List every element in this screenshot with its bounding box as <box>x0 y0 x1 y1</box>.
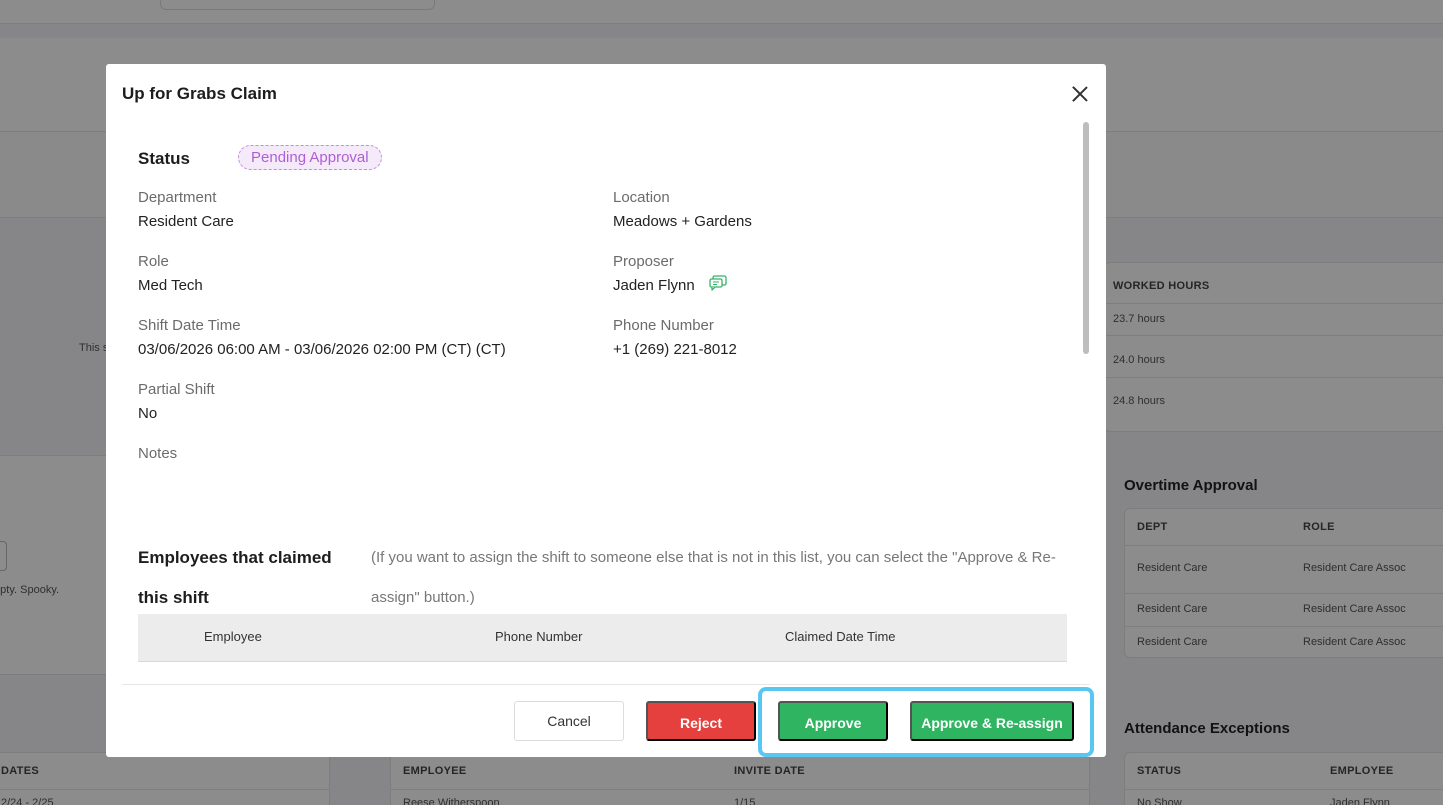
status-badge: Pending Approval <box>238 145 382 170</box>
location-field: Location Meadows + Gardens <box>613 189 752 231</box>
modal-title: Up for Grabs Claim <box>122 84 277 103</box>
phone-label: Phone Number <box>613 317 714 334</box>
claimed-hint: (If you want to assign the shift to some… <box>371 549 1056 606</box>
role-field: Role Med Tech <box>138 253 203 295</box>
location-label: Location <box>613 189 670 206</box>
column-employee: Employee <box>204 629 262 644</box>
department-value: Resident Care <box>138 213 234 230</box>
column-claimed-date-time: Claimed Date Time <box>785 629 896 644</box>
proposer-label: Proposer <box>613 253 674 270</box>
phone-field: Phone Number +1 (269) 221-8012 <box>613 317 737 359</box>
proposer-field: Proposer Jaden Flynn <box>613 253 727 295</box>
claimed-table-header: Employee Phone Number Claimed Date Time <box>138 614 1067 662</box>
shift-datetime-label: Shift Date Time <box>138 317 241 334</box>
proposer-row: Jaden Flynn <box>613 275 727 295</box>
proposer-value: Jaden Flynn <box>613 277 695 294</box>
partial-shift-field: Partial Shift No <box>138 381 215 423</box>
reject-button[interactable]: Reject <box>646 701 756 741</box>
claimed-heading: Employees that claimed this shift <box>138 548 332 607</box>
notes-label: Notes <box>138 445 178 462</box>
approve-button[interactable]: Approve <box>778 701 888 741</box>
partial-shift-value: No <box>138 405 158 422</box>
footer-divider <box>122 684 1090 685</box>
status-label: Status <box>138 149 190 168</box>
approve-reassign-button[interactable]: Approve & Re-assign <box>910 701 1074 741</box>
chat-icon[interactable] <box>709 275 727 291</box>
phone-value: +1 (269) 221-8012 <box>613 341 737 358</box>
column-phone-number: Phone Number <box>495 629 583 644</box>
role-value: Med Tech <box>138 277 203 294</box>
claim-modal: Up for Grabs Claim Status Pending Approv… <box>106 64 1106 757</box>
shift-datetime-value: 03/06/2026 06:00 AM - 03/06/2026 02:00 P… <box>138 341 506 358</box>
partial-shift-label: Partial Shift <box>138 381 215 398</box>
department-field: Department Resident Care <box>138 189 234 231</box>
notes-field: Notes <box>138 445 177 469</box>
role-label: Role <box>138 253 169 270</box>
location-value: Meadows + Gardens <box>613 213 752 230</box>
cancel-button[interactable]: Cancel <box>514 701 624 741</box>
close-icon[interactable] <box>1068 82 1092 106</box>
department-label: Department <box>138 189 217 206</box>
shift-datetime-field: Shift Date Time 03/06/2026 06:00 AM - 03… <box>138 317 506 359</box>
scrollbar[interactable] <box>1083 122 1089 354</box>
